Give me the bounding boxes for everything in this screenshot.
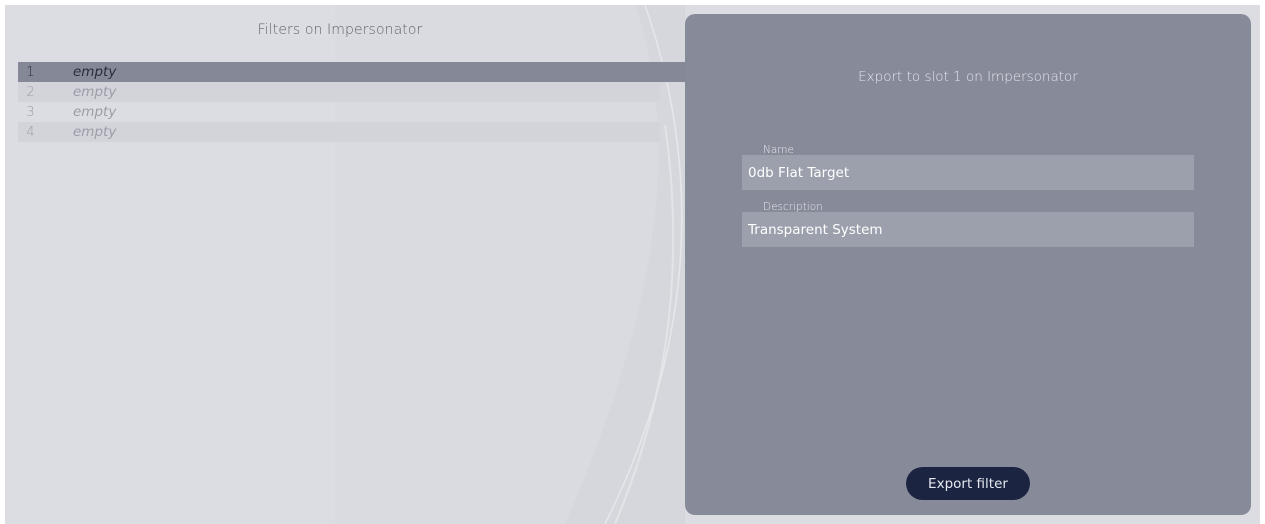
- filters-title: Filters on Impersonator: [257, 22, 423, 38]
- slot-number: 3: [26, 104, 35, 120]
- slot-name: empty: [73, 104, 117, 120]
- slot-name: empty: [73, 84, 117, 100]
- name-input[interactable]: [742, 155, 1194, 190]
- slot-name: empty: [73, 124, 117, 140]
- slot-number: 1: [26, 64, 35, 80]
- filter-slot-list: 1 empty 2 empty 3 empty 4 empty: [18, 62, 688, 142]
- slot-row-1[interactable]: 1 empty: [18, 62, 688, 82]
- slot-number: 2: [26, 84, 35, 100]
- description-input[interactable]: [742, 212, 1194, 247]
- slot-name: empty: [73, 64, 117, 80]
- export-panel: Export to slot 1 on Impersonator Name De…: [685, 14, 1251, 515]
- slot-row-2[interactable]: 2 empty: [18, 82, 660, 102]
- export-panel-title: Export to slot 1 on Impersonator: [858, 69, 1078, 85]
- slot-row-4[interactable]: 4 empty: [18, 122, 660, 142]
- slot-number: 4: [26, 124, 35, 140]
- app-window: Filters on Impersonator 1 empty 2 empty …: [5, 5, 1260, 524]
- export-filter-button[interactable]: Export filter: [906, 467, 1030, 500]
- slot-row-3[interactable]: 3 empty: [18, 102, 660, 122]
